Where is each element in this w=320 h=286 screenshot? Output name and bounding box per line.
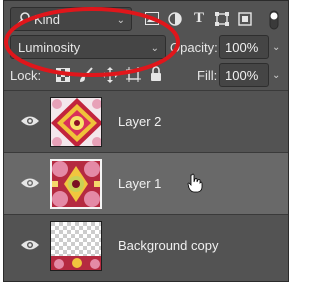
filter-toggle-icon[interactable] bbox=[269, 10, 279, 35]
lock-artboard-icon[interactable] bbox=[126, 67, 141, 87]
blend-mode-value: Luminosity bbox=[18, 40, 81, 55]
eye-icon[interactable] bbox=[20, 114, 40, 128]
layer-name: Layer 1 bbox=[118, 176, 162, 191]
image-filter-icon[interactable] bbox=[144, 12, 160, 27]
lock-position-icon[interactable] bbox=[102, 67, 118, 88]
pointer-hand-icon bbox=[187, 173, 203, 198]
fill-field[interactable]: 100% bbox=[219, 63, 269, 87]
opacity-value: 100% bbox=[225, 40, 259, 55]
chevron-down-icon: ⌄ bbox=[116, 15, 125, 26]
blend-mode-dropdown[interactable]: Luminosity ⌄ bbox=[10, 35, 166, 59]
fill-label: Fill: bbox=[197, 68, 218, 83]
layers-panel: Kind ⌄ T Luminosity ⌄ Opacity: 100% ⌄ Lo… bbox=[3, 0, 289, 282]
layer-row-layer-1[interactable]: Layer 1 bbox=[4, 152, 288, 214]
layer-thumbnail bbox=[50, 159, 102, 209]
lock-all-icon[interactable] bbox=[150, 66, 162, 87]
chevron-down-icon[interactable]: ⌄ bbox=[272, 70, 280, 81]
kind-filter-label: Kind bbox=[34, 12, 61, 27]
fill-value: 100% bbox=[225, 68, 259, 83]
lock-label: Lock: bbox=[10, 68, 42, 83]
eye-icon[interactable] bbox=[20, 176, 40, 190]
layer-row-background-copy[interactable]: Background copy bbox=[4, 214, 288, 281]
adjustment-filter-icon[interactable] bbox=[167, 12, 183, 28]
chevron-down-icon[interactable]: ⌄ bbox=[272, 42, 280, 53]
eye-icon[interactable] bbox=[20, 238, 40, 252]
layer-thumbnail bbox=[50, 97, 102, 147]
opacity-field[interactable]: 100% bbox=[219, 35, 269, 59]
layer-name: Background copy bbox=[118, 238, 219, 253]
type-filter-icon[interactable]: T bbox=[191, 11, 207, 26]
lock-row: Lock: Fill: 100% ⌄ bbox=[4, 62, 288, 88]
chevron-down-icon: ⌄ bbox=[150, 43, 159, 54]
layer-thumbnail bbox=[50, 221, 102, 271]
search-icon bbox=[17, 11, 31, 28]
filter-row: Kind ⌄ T bbox=[4, 7, 288, 33]
shape-filter-icon[interactable] bbox=[214, 12, 230, 28]
opacity-label: Opacity: bbox=[170, 40, 218, 55]
layer-row-layer-2[interactable]: Layer 2 bbox=[4, 90, 288, 152]
blend-row: Luminosity ⌄ Opacity: 100% ⌄ bbox=[4, 35, 288, 61]
lock-transparent-icon[interactable] bbox=[56, 68, 70, 87]
kind-filter-dropdown[interactable]: Kind ⌄ bbox=[10, 7, 132, 31]
smart-object-filter-icon[interactable] bbox=[237, 12, 253, 28]
lock-brush-icon[interactable] bbox=[79, 67, 94, 88]
layer-name: Layer 2 bbox=[118, 114, 162, 129]
